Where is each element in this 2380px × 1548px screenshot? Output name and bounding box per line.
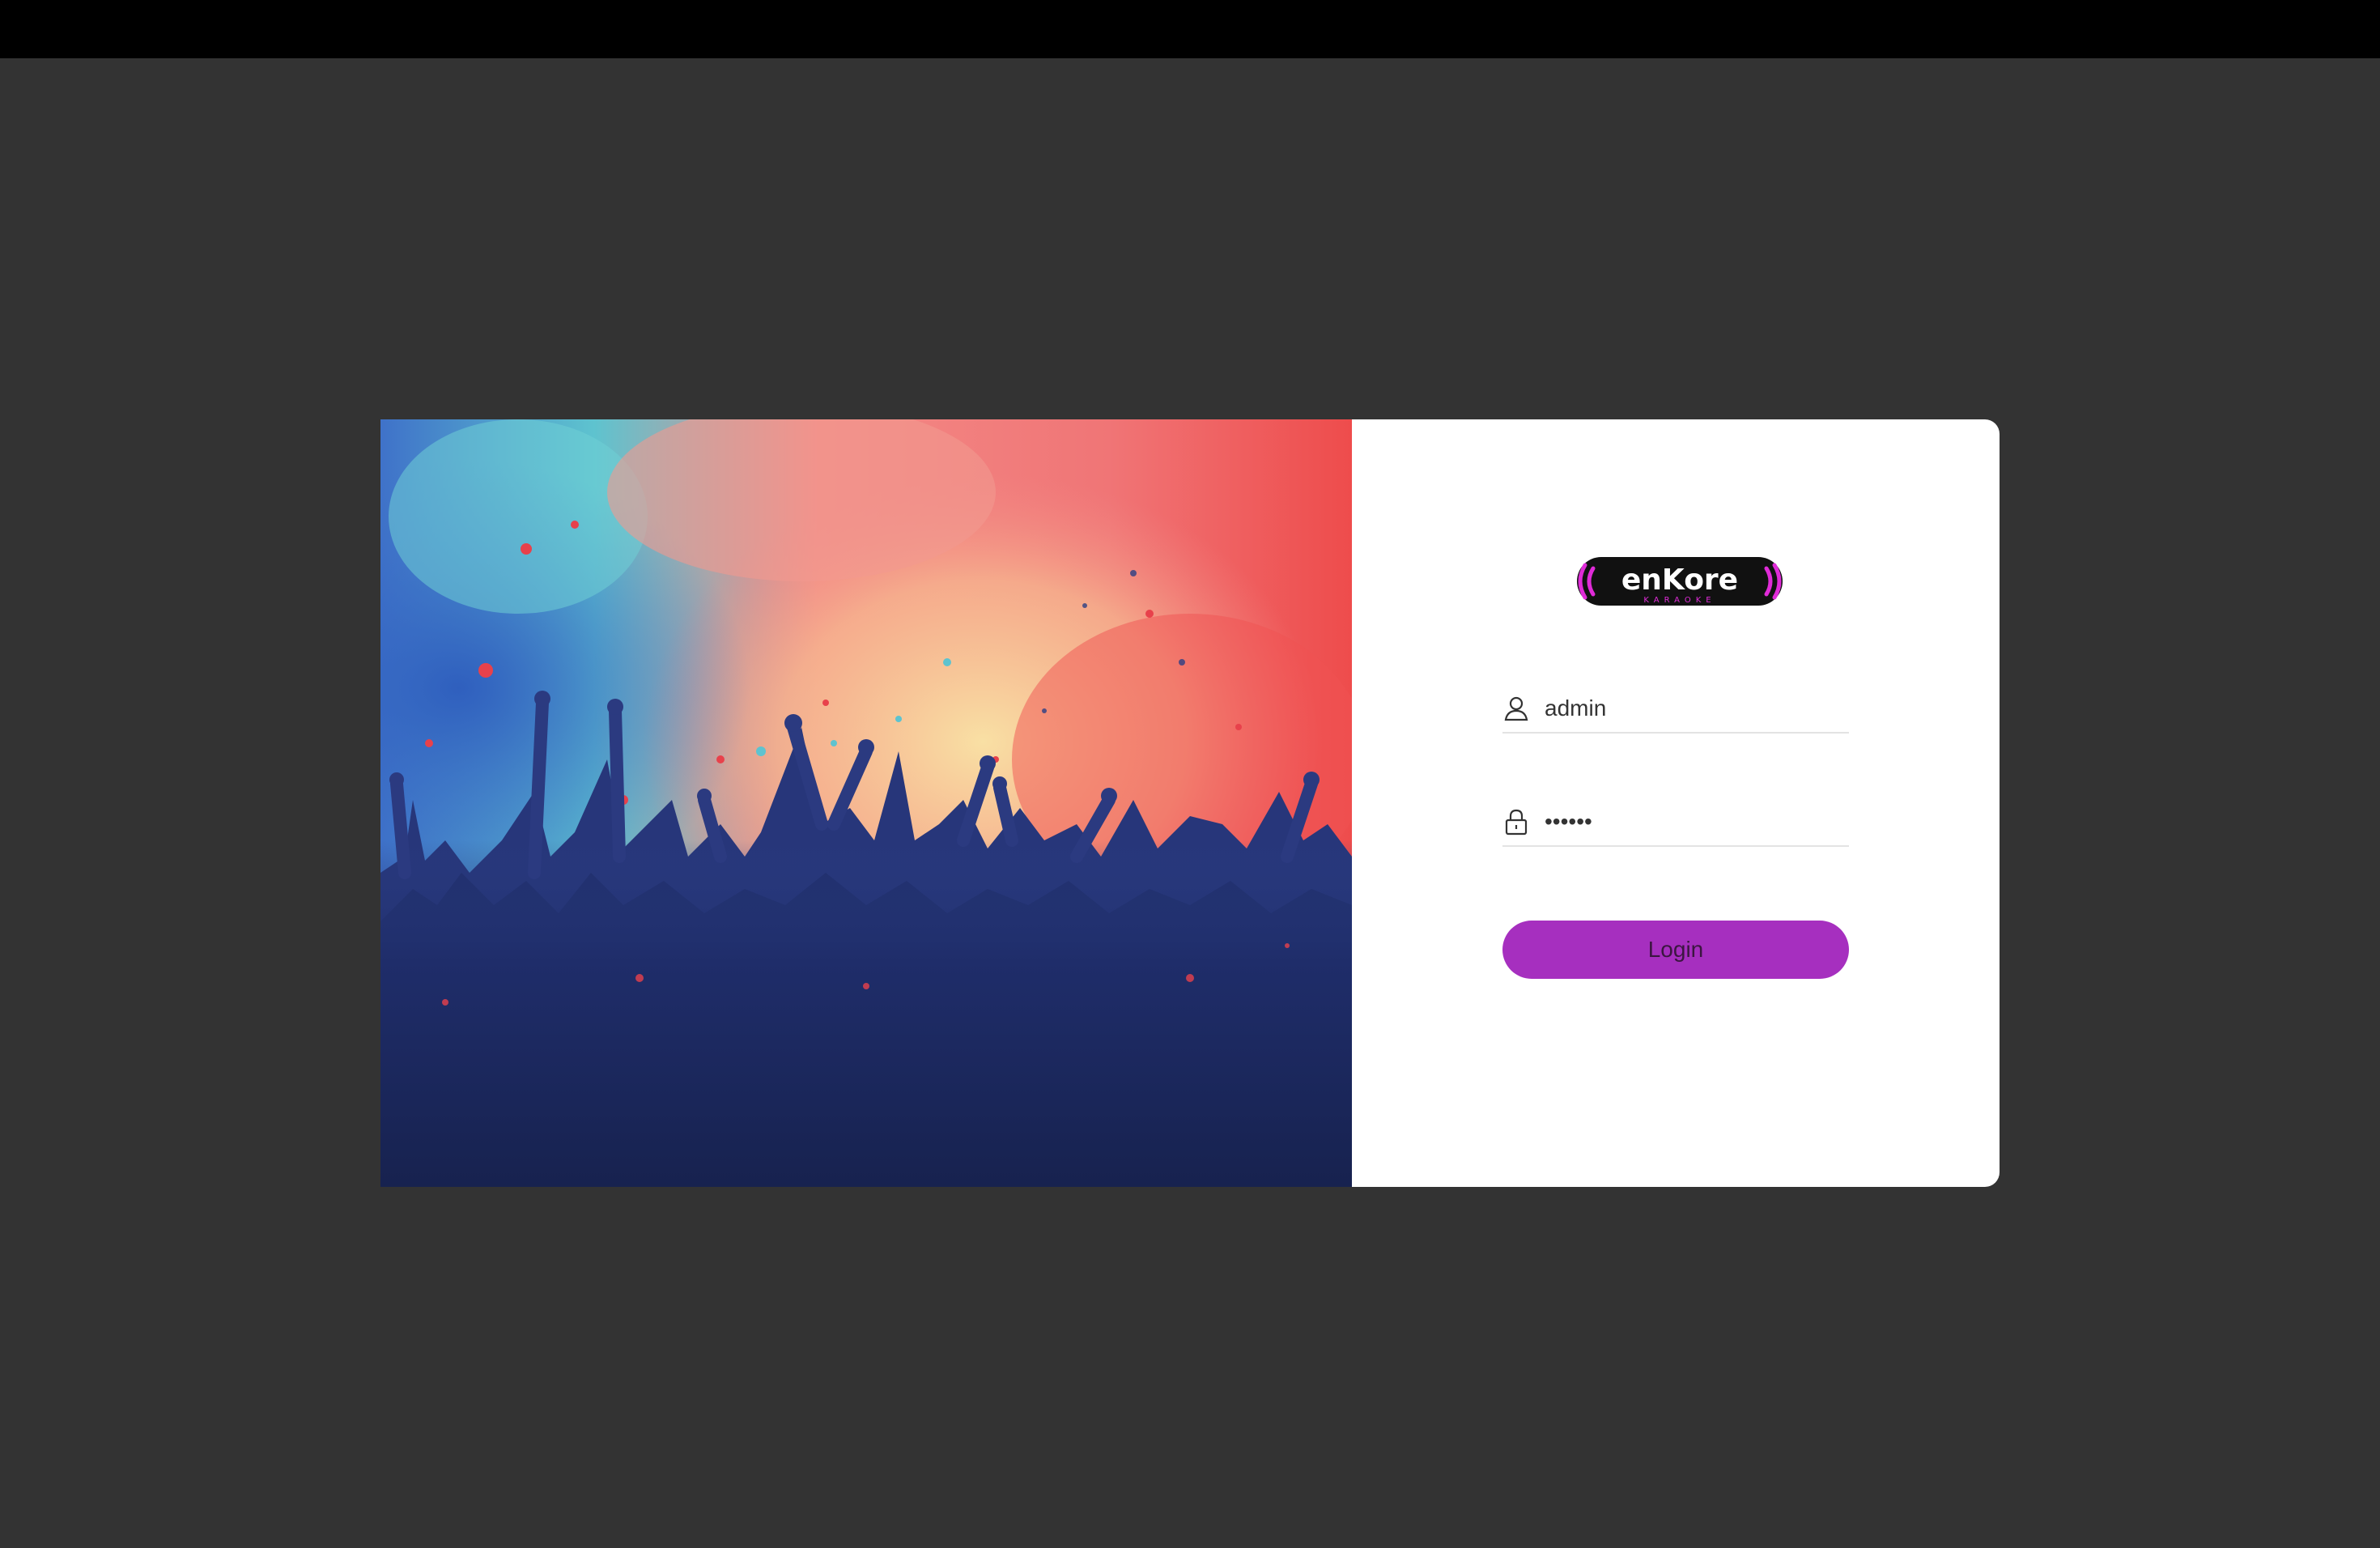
login-form-panel: enKore KARAOKE Login: [1352, 419, 2000, 1187]
user-icon: [1502, 694, 1530, 723]
username-input[interactable]: [1545, 695, 1836, 721]
browser-top-bar: [0, 0, 2380, 58]
svg-text:KARAOKE: KARAOKE: [1643, 596, 1715, 605]
login-card: enKore KARAOKE Login: [380, 419, 2000, 1187]
password-field: [1502, 798, 1849, 847]
password-input[interactable]: [1545, 809, 1836, 835]
svg-text:enKore: enKore: [1621, 563, 1738, 597]
hero-image: [380, 419, 1352, 1187]
lock-icon: [1502, 807, 1530, 836]
username-field: [1502, 685, 1849, 734]
login-button[interactable]: Login: [1502, 921, 1849, 979]
enkore-karaoke-logo: enKore KARAOKE: [1570, 549, 1789, 614]
